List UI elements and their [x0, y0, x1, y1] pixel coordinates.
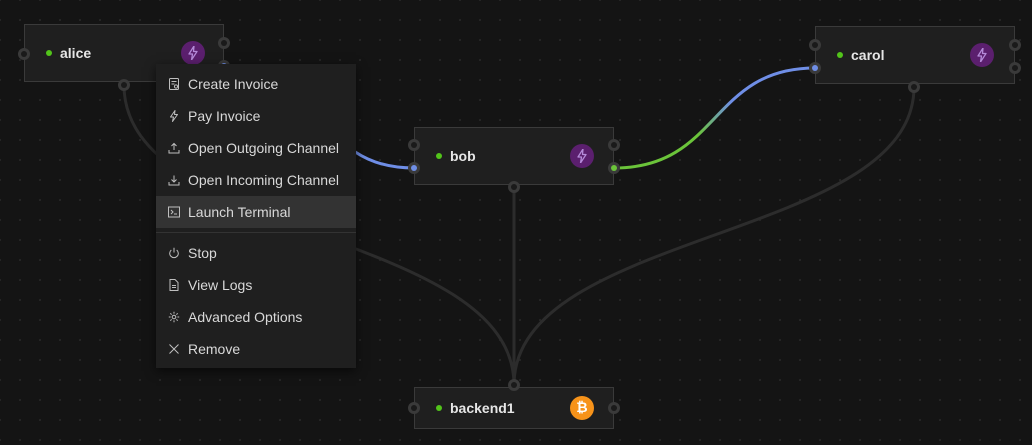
port-bob-left[interactable] — [408, 162, 420, 174]
status-indicator — [436, 405, 442, 411]
port-bob-bottom[interactable] — [508, 181, 520, 193]
settings-icon — [168, 311, 180, 323]
menu-item-open-incoming-channel[interactable]: Open Incoming Channel — [156, 164, 356, 196]
invoice-icon — [168, 78, 180, 90]
menu-item-open-outgoing-channel[interactable]: Open Outgoing Channel — [156, 132, 356, 164]
port-carol-left-top[interactable] — [809, 39, 821, 51]
port-carol-right-top[interactable] — [1009, 39, 1021, 51]
port-bob-left-top[interactable] — [408, 139, 420, 151]
lnd-icon — [570, 144, 594, 168]
menu-item-label: Open Outgoing Channel — [188, 140, 339, 156]
menu-item-label: Pay Invoice — [188, 108, 261, 124]
node-name: backend1 — [450, 400, 515, 416]
node-backend1[interactable]: backend1 ₿ — [414, 387, 614, 429]
status-indicator — [46, 50, 52, 56]
port-backend1-top[interactable] — [508, 379, 520, 391]
channel-bob-carol[interactable] — [613, 66, 816, 170]
menu-item-create-invoice[interactable]: Create Invoice — [156, 68, 356, 100]
node-name: carol — [851, 47, 885, 63]
menu-item-stop[interactable]: Stop — [156, 237, 356, 269]
status-indicator — [837, 52, 843, 58]
port-carol-right[interactable] — [1009, 62, 1021, 74]
lnd-icon — [181, 41, 205, 65]
menu-item-view-logs[interactable]: View Logs — [156, 269, 356, 301]
node-context-menu: Create Invoice Pay Invoice Open Outgoing… — [156, 64, 356, 368]
port-backend1-left[interactable] — [408, 402, 420, 414]
menu-item-remove[interactable]: Remove — [156, 333, 356, 365]
node-name: bob — [450, 148, 476, 164]
network-canvas[interactable]: alice bob carol backend1 ₿ Create Invoic… — [0, 0, 1032, 445]
close-icon — [168, 343, 180, 355]
status-indicator — [436, 153, 442, 159]
menu-item-label: Open Incoming Channel — [188, 172, 339, 188]
menu-item-pay-invoice[interactable]: Pay Invoice — [156, 100, 356, 132]
menu-item-label: Stop — [188, 245, 217, 261]
menu-item-label: View Logs — [188, 277, 253, 293]
port-carol-left[interactable] — [809, 62, 821, 74]
upload-icon — [168, 142, 180, 154]
menu-item-label: Create Invoice — [188, 76, 279, 92]
port-alice-left[interactable] — [18, 48, 30, 60]
port-backend1-right[interactable] — [608, 402, 620, 414]
node-bob[interactable]: bob — [414, 127, 614, 185]
power-icon — [168, 247, 180, 259]
download-icon — [168, 174, 180, 186]
menu-item-label: Remove — [188, 341, 241, 357]
port-alice-top-right[interactable] — [218, 37, 230, 49]
menu-item-launch-terminal[interactable]: Launch Terminal — [156, 196, 356, 228]
lnd-icon — [970, 43, 994, 67]
menu-item-advanced-options[interactable]: Advanced Options — [156, 301, 356, 333]
menu-item-label: Advanced Options — [188, 309, 303, 325]
terminal-icon — [168, 206, 180, 218]
port-carol-bottom[interactable] — [908, 81, 920, 93]
node-name: alice — [60, 45, 92, 61]
file-icon — [168, 279, 180, 291]
menu-divider — [156, 232, 356, 233]
menu-item-label: Launch Terminal — [188, 204, 291, 220]
lightning-icon — [168, 110, 180, 122]
port-bob-right-top[interactable] — [608, 139, 620, 151]
bitcoin-icon: ₿ — [570, 396, 594, 420]
port-bob-right[interactable] — [608, 162, 620, 174]
port-alice-bottom[interactable] — [118, 79, 130, 91]
node-carol[interactable]: carol — [815, 26, 1015, 84]
